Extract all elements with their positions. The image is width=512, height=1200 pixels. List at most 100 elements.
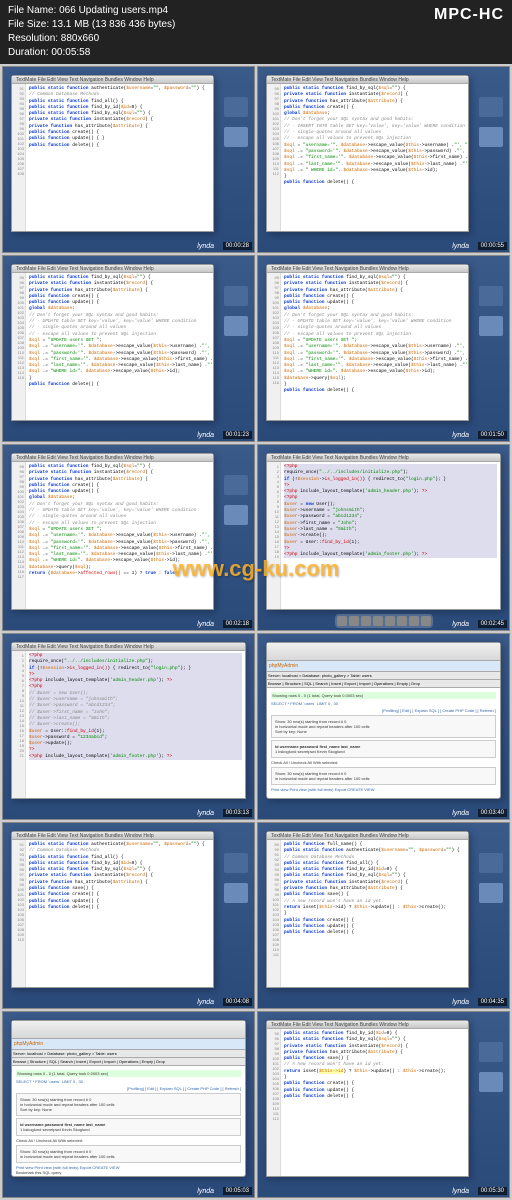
timestamp: 00:01:50 (478, 431, 507, 439)
phpmyadmin-tabs: Browse | Structure | SQL | Search | Inse… (267, 680, 500, 688)
line-gutter: 9192939495969798991001011021031041051061… (12, 840, 26, 987)
desktop-folder-icon (479, 853, 503, 873)
thumbnail-8[interactable]: phpMyAdmin Server: localhost > Database:… (257, 633, 510, 820)
menu-bar: TextMate File Edit View Text Navigation … (267, 454, 500, 462)
desktop-folder-icon (224, 127, 248, 147)
timestamp: 00:05:30 (478, 1187, 507, 1195)
desktop-folder-icon (479, 97, 503, 117)
thumbnail-1[interactable]: TextMate File Edit View Text Navigation … (2, 66, 255, 253)
textmate-window: TextMate File Edit View Text Navigation … (266, 1020, 469, 1177)
resolution: Resolution: 880x660 (8, 32, 504, 46)
code-editor: public static function find_by_id($id=0)… (281, 1029, 468, 1176)
code-editor: public static function find_by_sql($sql=… (281, 84, 468, 231)
lynda-brand: lynda (452, 432, 469, 439)
thumbnail-6[interactable]: TextMate File Edit View Text Navigation … (257, 444, 510, 631)
phpmyadmin-breadcrumb: Server: localhost > Database: photo_gall… (12, 1050, 245, 1058)
desktop-folder-icon (479, 127, 503, 147)
code-editor: public static function authenticate($use… (26, 840, 213, 987)
textmate-window: TextMate File Edit View Text Navigation … (11, 831, 214, 988)
thumbnail-7[interactable]: TextMate File Edit View Text Navigation … (2, 633, 255, 820)
code-editor: public static function find_by_sql($sql=… (26, 273, 213, 420)
lynda-brand: lynda (452, 810, 469, 817)
thumbnail-2[interactable]: TextMate File Edit View Text Navigation … (257, 66, 510, 253)
phpmyadmin-breadcrumb: Server: localhost > Database: photo_gall… (267, 672, 500, 680)
duration: Duration: 00:05:58 (8, 46, 504, 60)
menu-bar: TextMate File Edit View Text Navigation … (267, 76, 468, 84)
sql-query: SELECT * FROM `users` LIMIT 0 , 30 (271, 701, 496, 706)
desktop-folder-icon (224, 853, 248, 873)
lynda-brand: lynda (197, 810, 214, 817)
lynda-brand: lynda (197, 243, 214, 250)
query-ops: Print view Print view (with full texts) … (271, 787, 496, 792)
lynda-brand: lynda (452, 243, 469, 250)
menu-bar: TextMate File Edit View Text Navigation … (12, 643, 245, 651)
line-gutter: 12345678910111213141516171819 (267, 462, 281, 609)
textmate-window: TextMate File Edit View Text Navigation … (11, 453, 214, 610)
menu-bar: TextMate File Edit View Text Navigation … (267, 1021, 468, 1029)
desktop-folder-icon (479, 1072, 503, 1092)
timestamp: 00:04:08 (223, 998, 252, 1006)
sql-query: SELECT * FROM `users` LIMIT 0 , 30 (16, 1079, 241, 1084)
desktop-folder-icon (224, 883, 248, 903)
textmate-window: TextMate File Edit View Text Navigation … (266, 75, 469, 232)
query-actions: [Profiling] [ Edit ] [ Explain SQL ] [ C… (16, 1086, 241, 1091)
textmate-window: TextMate File Edit View Text Navigation … (11, 264, 214, 421)
table-row: 1 kskoglund secretpwd Kevin Skoglund (20, 1127, 237, 1132)
phpmyadmin-logo: phpMyAdmin (267, 661, 500, 672)
thumbnail-9[interactable]: TextMate File Edit View Text Navigation … (2, 822, 255, 1009)
timestamp: 00:01:23 (223, 431, 252, 439)
desktop-folder-icon (479, 1042, 503, 1062)
desktop-folder-icon (224, 316, 248, 336)
thumbnail-12[interactable]: TextMate File Edit View Text Navigation … (257, 1011, 510, 1198)
code-editor: public static function find_by_sql($sql=… (26, 462, 213, 609)
code-editor: public static function find_by_sql($sql=… (281, 273, 468, 420)
desktop-folder-icon (224, 505, 248, 525)
thumbnail-11[interactable]: phpMyAdmin Server: localhost > Database:… (2, 1011, 255, 1198)
textmate-window: TextMate File Edit View Text Navigation … (266, 453, 501, 610)
sort-key: Sort by key: None (275, 729, 492, 734)
result-count: Showing rows 0 - 0 (1 total, Query took … (16, 1070, 241, 1077)
timestamp: 00:00:28 (223, 242, 252, 250)
dock (335, 614, 433, 628)
desktop-folder-icon (479, 883, 503, 903)
file-name: File Name: 066 Updating users.mp4 (8, 4, 504, 18)
timestamp: 00:03:40 (478, 809, 507, 817)
result-count: Showing rows 0 - 0 (1 total, Query took … (271, 692, 496, 699)
browser-toolbar (267, 643, 500, 661)
thumbnail-4[interactable]: TextMate File Edit View Text Navigation … (257, 255, 510, 442)
code-editor: <?php require_once("../../includes/initi… (26, 651, 245, 798)
phpmyadmin-content: Showing rows 0 - 0 (1 total, Query took … (12, 1066, 245, 1179)
sort-key: Sort by key: None (20, 1107, 237, 1112)
row-actions: Check All / Uncheck All With selected: (271, 760, 496, 765)
row-actions: Check All / Uncheck All With selected: (16, 1138, 241, 1143)
line-gutter: 9596979899100101102103104105106107108109… (267, 1029, 281, 1176)
desktop-folder-icon (224, 97, 248, 117)
bookmark-label: Bookmark this SQL query (16, 1170, 241, 1175)
line-gutter: 9596979899100101102103104105106107108109… (267, 273, 281, 420)
code-editor: public function full_name() { public sta… (281, 840, 468, 987)
textmate-window: TextMate File Edit View Text Navigation … (11, 642, 246, 799)
thumbnail-3[interactable]: TextMate File Edit View Text Navigation … (2, 255, 255, 442)
sort-mode: in horizontal mode and repeat headers af… (20, 1154, 237, 1159)
query-actions: [Profiling] [ Edit ] [ Explain SQL ] [ C… (271, 708, 496, 713)
desktop-folder-icon (479, 316, 503, 336)
timestamp: 00:05:03 (223, 1187, 252, 1195)
menu-bar: TextMate File Edit View Text Navigation … (12, 454, 213, 462)
lynda-brand: lynda (452, 621, 469, 628)
thumbnail-10[interactable]: TextMate File Edit View Text Navigation … (257, 822, 510, 1009)
player-logo: MPC-HC (434, 4, 504, 26)
phpmyadmin-tabs: Browse | Structure | SQL | Search | Inse… (12, 1058, 245, 1066)
browser-window: phpMyAdmin Server: localhost > Database:… (11, 1020, 246, 1177)
browser-toolbar (12, 1021, 245, 1039)
file-size: File Size: 13.1 MB (13 836 436 bytes) (8, 18, 504, 32)
timestamp: 00:03:13 (223, 809, 252, 817)
timestamp: 00:02:45 (478, 620, 507, 628)
thumbnail-5[interactable]: TextMate File Edit View Text Navigation … (2, 444, 255, 631)
timestamp: 00:04:35 (478, 998, 507, 1006)
line-gutter: 8990919293949596979899100101102103104105… (267, 840, 281, 987)
phpmyadmin-content: Showing rows 0 - 0 (1 total, Query took … (267, 688, 500, 796)
line-gutter: 123456789101112131415161718192021 (12, 651, 26, 798)
desktop-folder-icon (224, 475, 248, 495)
thumbnail-grid: TextMate File Edit View Text Navigation … (0, 64, 512, 1200)
timestamp: 00:02:18 (223, 620, 252, 628)
